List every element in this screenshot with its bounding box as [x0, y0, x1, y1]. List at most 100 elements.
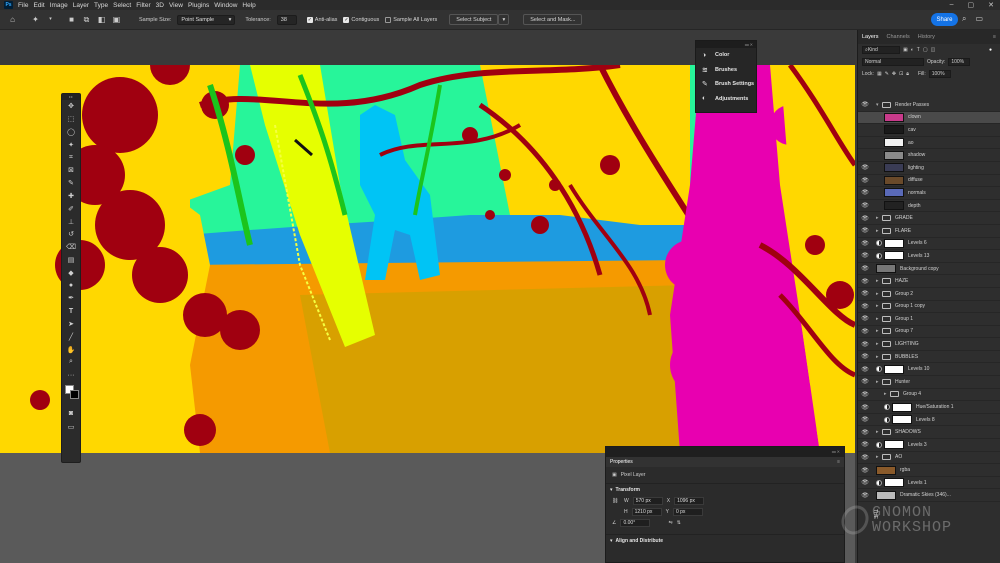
crop-tool-icon[interactable]: ⌗ [62, 151, 80, 164]
visibility-eye-icon[interactable]: 👁︎ [858, 315, 872, 322]
lock-pixels-icon[interactable]: ✎ [885, 71, 889, 77]
pixel-filter-icon[interactable]: ▣ [903, 47, 908, 53]
pen-tool-icon[interactable]: ✒ [62, 292, 80, 305]
menu-view[interactable]: View [169, 2, 183, 9]
panel-menu-icon[interactable]: ≡ [993, 34, 996, 40]
visibility-eye-icon[interactable]: 👁︎ [858, 189, 872, 196]
adjustments-panel-button[interactable]: ◐ Adjustments [696, 92, 756, 107]
layer-row[interactable]: 👁︎ ▾ Render Passes [858, 99, 1000, 112]
layer-row[interactable]: 👁︎ Levels 8 [858, 414, 1000, 427]
visibility-eye-icon[interactable]: 👁︎ [858, 303, 872, 310]
menu-window[interactable]: Window [214, 2, 237, 9]
layer-row[interactable]: 👁︎ Levels 10 [858, 363, 1000, 377]
visibility-eye-icon[interactable]: 👁︎ [858, 126, 872, 133]
fill-input[interactable]: 100% [928, 70, 951, 78]
document-canvas[interactable] [0, 65, 855, 453]
search-icon[interactable]: ⌕ [962, 14, 966, 24]
close-icon[interactable]: ✕ [988, 1, 994, 9]
history-brush-tool-icon[interactable]: ↺ [62, 228, 80, 241]
layer-thumbnail[interactable] [884, 138, 904, 148]
layer-row[interactable]: 👁︎ Levels 13 [858, 250, 1000, 263]
visibility-eye-icon[interactable]: 👁︎ [858, 479, 872, 486]
add-selection-icon[interactable]: ⧉ [82, 15, 91, 24]
sample-all-layers-checkbox[interactable]: Sample All Layers [385, 16, 437, 23]
screen-mode-icon[interactable]: ▭ [62, 420, 80, 433]
select-and-mask-button[interactable]: Select and Mask... [523, 14, 583, 25]
layer-row[interactable]: 👁︎ ▸ Group 2 [858, 288, 1000, 301]
layer-mask-thumbnail[interactable] [892, 415, 912, 425]
brushes-panel-button[interactable]: ≋ Brushes [696, 63, 756, 78]
menu-select[interactable]: Select [113, 2, 131, 9]
menu-edit[interactable]: Edit [33, 2, 44, 9]
gradient-tool-icon[interactable]: ▤ [62, 254, 80, 267]
chevron-down-icon[interactable]: ▾ [46, 15, 55, 24]
dodge-tool-icon[interactable]: ● [62, 279, 80, 292]
background-color-swatch[interactable] [70, 389, 79, 399]
tab-history[interactable]: History [918, 34, 935, 40]
select-subject-button[interactable]: Select Subject [449, 14, 499, 25]
tab-channels[interactable]: Channels [887, 34, 910, 40]
layer-row[interactable]: 👁︎ Hue/Saturation 1 [858, 401, 1000, 414]
line-tool-icon[interactable]: ╱ [62, 330, 80, 343]
layer-row[interactable]: 👁︎ Levels 6 [858, 238, 1000, 251]
visibility-eye-icon[interactable]: 👁︎ [858, 290, 872, 297]
visibility-eye-icon[interactable]: 👁︎ [858, 252, 872, 259]
layer-mask-thumbnail[interactable] [884, 364, 904, 374]
h-field[interactable]: 1210 px [631, 507, 662, 516]
layer-row[interactable]: 👁︎ Levels 3 [858, 439, 1000, 452]
visibility-eye-icon[interactable]: 👁︎ [858, 404, 872, 411]
layer-thumbnail[interactable] [884, 125, 904, 135]
layer-thumbnail[interactable] [884, 175, 904, 185]
layer-row[interactable]: 👁︎ rgba [858, 464, 1000, 477]
layer-row[interactable]: 👁︎ ▸ Group 1 [858, 313, 1000, 326]
move-tool-icon[interactable]: ✥ [62, 100, 80, 113]
tab-layers[interactable]: Layers [862, 34, 879, 40]
brush-settings-panel-button[interactable]: ✎ Brush Settings [696, 77, 756, 92]
menu-file[interactable]: File [18, 2, 28, 9]
share-button[interactable]: Share [931, 13, 958, 26]
layer-thumbnail[interactable] [876, 264, 896, 274]
layer-row[interactable]: 👁︎ ▸ SHADOWS [858, 426, 1000, 440]
layer-row[interactable]: 👁︎ ▸ GRADE [858, 212, 1000, 225]
layer-row[interactable]: 👁︎ ao [858, 137, 1000, 150]
visibility-eye-icon[interactable]: 👁︎ [858, 454, 872, 461]
align-distribute-section[interactable]: ▾ Align and Distribute [606, 534, 844, 546]
w-field[interactable]: 570 px [632, 496, 663, 505]
magic-wand-tool-icon[interactable]: ✦ [62, 138, 80, 151]
frame-tool-icon[interactable]: ⊠ [62, 164, 80, 177]
visibility-eye-icon[interactable]: 👁︎ [858, 378, 872, 385]
layer-thumbnail[interactable] [884, 163, 904, 173]
visibility-eye-icon[interactable]: 👁︎ [858, 328, 872, 335]
visibility-eye-icon[interactable]: 👁︎ [858, 101, 872, 108]
visibility-eye-icon[interactable]: 👁︎ [858, 177, 872, 184]
minimize-icon[interactable]: – [950, 1, 954, 9]
panel-menu-icon[interactable]: ≡ [837, 459, 840, 465]
visibility-eye-icon[interactable]: 👁︎ [858, 202, 872, 209]
marquee-tool-icon[interactable]: ⬚ [62, 113, 80, 126]
layer-row[interactable]: 👁︎ ▸ HAZE [858, 275, 1000, 288]
layer-row[interactable]: 👁︎ lighting [858, 162, 1000, 175]
quick-mask-icon[interactable]: ◙ [62, 408, 80, 421]
anti-alias-checkbox[interactable]: ✓ Anti-alias [306, 16, 337, 23]
visibility-eye-icon[interactable]: 👁︎ [858, 227, 872, 234]
visibility-eye-icon[interactable]: 👁︎ [858, 341, 872, 348]
sample-size-select[interactable]: Point Sample ▾ [177, 14, 236, 25]
visibility-eye-icon[interactable]: 👁︎ [858, 114, 872, 121]
menu-filter[interactable]: Filter [136, 2, 150, 9]
transform-section[interactable]: ▾ Transform [606, 483, 844, 495]
layer-thumbnail[interactable] [884, 201, 904, 211]
blur-tool-icon[interactable]: ◆ [62, 266, 80, 279]
maximize-icon[interactable]: ▢ [968, 1, 975, 9]
layer-row[interactable]: 👁︎ ▸ AO [858, 452, 1000, 465]
smart-object-filter-icon[interactable]: ◫ [931, 47, 936, 53]
clone-stamp-tool-icon[interactable]: ⊥ [62, 215, 80, 228]
blend-mode-select[interactable]: Normal [862, 58, 924, 66]
path-selection-tool-icon[interactable]: ➤ [62, 318, 80, 331]
magic-wand-icon[interactable]: ✦ [31, 15, 40, 24]
visibility-eye-icon[interactable]: 👁︎ [858, 429, 872, 436]
contiguous-checkbox[interactable]: ✓ Contiguous [343, 16, 379, 23]
layer-row[interactable]: 👁︎ ▸ Group 4 [858, 389, 1000, 402]
kind-filter-select[interactable]: ⌕ Kind [862, 46, 900, 54]
properties-tab[interactable]: Properties ≡ [606, 457, 844, 467]
menu-type[interactable]: Type [94, 2, 108, 9]
